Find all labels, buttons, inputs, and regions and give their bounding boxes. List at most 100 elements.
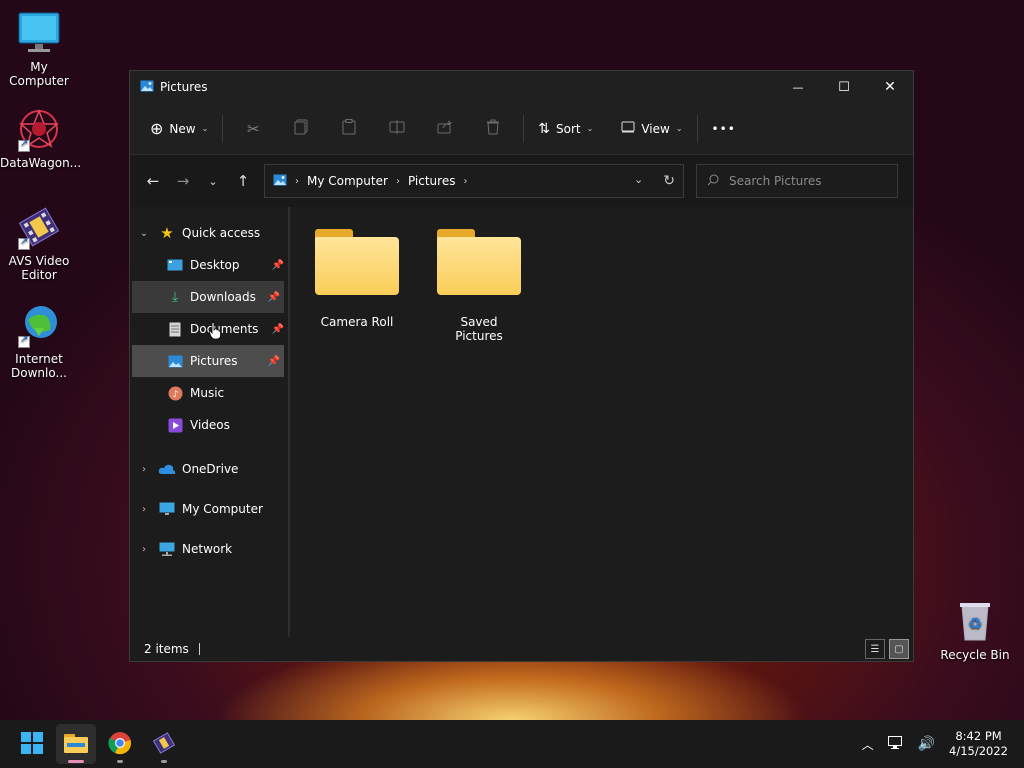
folder-item-camera-roll[interactable]: Camera Roll	[314, 229, 400, 637]
arrow-up-icon: ↑	[236, 172, 250, 190]
up-button[interactable]: ↑	[228, 166, 258, 196]
desktop-icon-label: My Computer	[9, 60, 69, 88]
close-button[interactable]: ✕	[867, 71, 913, 103]
sidebar-item-network[interactable]: › Network	[130, 529, 288, 569]
breadcrumb-my-computer[interactable]: My Computer	[307, 174, 388, 188]
address-bar[interactable]: › My Computer › Pictures › ⌄ ↻	[264, 164, 684, 198]
title-bar[interactable]: Pictures — ☐ ✕	[130, 71, 913, 103]
folder-name: Camera Roll	[320, 315, 394, 329]
divider	[222, 114, 224, 143]
share-button[interactable]	[421, 113, 469, 145]
delete-button[interactable]	[469, 113, 517, 145]
pictures-folder-icon	[166, 353, 184, 369]
show-hidden-icons-icon[interactable]: ︿	[862, 736, 874, 753]
breadcrumb-separator-icon: ›	[295, 175, 299, 187]
desktop-icon-my-computer[interactable]: My Computer	[0, 10, 78, 88]
sidebar-item-music[interactable]: ♪ Music	[130, 377, 288, 409]
chevron-down-icon: ⌄	[675, 124, 683, 133]
document-icon	[166, 321, 184, 337]
paste-button[interactable]	[325, 113, 373, 145]
pin-icon[interactable]: 📌	[272, 260, 284, 271]
sidebar-item-quick-access[interactable]: ⌄ ★ Quick access	[130, 217, 288, 249]
back-button[interactable]: ←	[138, 166, 168, 196]
folder-item-saved-pictures[interactable]: Saved Pictures	[436, 229, 522, 637]
divider	[523, 114, 525, 143]
breadcrumb-pictures[interactable]: Pictures	[408, 174, 456, 188]
sort-button[interactable]: ⇅ Sort ⌄	[530, 113, 601, 145]
details-view-icon: ☰	[870, 643, 880, 655]
forward-button[interactable]: →	[168, 166, 198, 196]
more-options-button[interactable]: •••	[704, 113, 744, 145]
desktop-icon-recycle-bin[interactable]: ♻ Recycle Bin	[936, 598, 1014, 662]
pin-icon[interactable]: 📌	[272, 324, 284, 335]
sidebar-item-label: OneDrive	[182, 462, 239, 476]
desktop-icon-datawagon[interactable]: DataWagon...	[0, 106, 82, 170]
desktop-icon-label: DataWagon...	[0, 156, 82, 170]
shortcut-arrow-icon	[18, 236, 30, 250]
chevron-down-icon[interactable]: ⌄	[130, 228, 158, 239]
minimize-button[interactable]: —	[775, 71, 821, 103]
star-icon: ★	[160, 224, 174, 242]
rename-button[interactable]	[373, 113, 421, 145]
video-icon	[166, 417, 184, 433]
desktop-icon-avs-video-editor[interactable]: AVS Video Editor	[0, 204, 78, 282]
search-icon	[707, 174, 719, 189]
sidebar-item-my-computer[interactable]: › My Computer	[130, 489, 288, 529]
running-indicator	[161, 760, 167, 763]
sidebar-item-onedrive[interactable]: › OneDrive	[130, 449, 288, 489]
taskbar-file-explorer[interactable]	[56, 724, 96, 764]
navigation-pane: ⌄ ★ Quick access Desktop 📌 ⤓ Downloads 📌…	[130, 207, 290, 637]
details-view-button[interactable]: ☰	[865, 639, 885, 659]
start-button[interactable]	[12, 724, 52, 764]
chevron-right-icon[interactable]: ›	[130, 504, 158, 515]
scissors-icon: ✂	[247, 119, 260, 138]
sidebar-item-label: Network	[182, 542, 233, 556]
sort-arrows-icon: ⇅	[538, 120, 551, 137]
maximize-button[interactable]: ☐	[821, 71, 867, 103]
new-button[interactable]: ⊕ New ⌄	[142, 113, 216, 145]
file-explorer-window: Pictures — ☐ ✕ ⊕ New ⌄ ✂ ⇅ Sort ⌄ View ⌄…	[129, 70, 914, 662]
chevron-right-icon[interactable]: ›	[130, 544, 158, 555]
search-placeholder: Search Pictures	[729, 174, 822, 188]
copy-button[interactable]	[277, 113, 325, 145]
sidebar-item-downloads[interactable]: ⤓ Downloads 📌	[132, 281, 284, 313]
rename-icon	[389, 120, 405, 137]
desktop-icon-internet-download-manager[interactable]: Internet Downlo...	[0, 302, 78, 380]
pictures-folder-icon	[273, 173, 287, 190]
running-indicator	[68, 760, 84, 763]
shortcut-arrow-icon	[18, 138, 30, 152]
sidebar-item-desktop[interactable]: Desktop 📌	[130, 249, 288, 281]
navigation-bar: ← → ⌄ ↑ › My Computer › Pictures › ⌄ ↻ S…	[130, 155, 913, 207]
chevron-right-icon[interactable]: ›	[130, 464, 158, 475]
sidebar-item-videos[interactable]: Videos	[130, 409, 288, 441]
large-icons-view-button[interactable]: ▢	[889, 639, 909, 659]
search-box[interactable]: Search Pictures	[696, 164, 898, 198]
taskbar-chrome[interactable]	[100, 724, 140, 764]
refresh-icon[interactable]: ↻	[663, 173, 675, 189]
folder-name: Saved Pictures	[455, 315, 503, 343]
cut-button[interactable]: ✂	[229, 113, 277, 145]
command-bar: ⊕ New ⌄ ✂ ⇅ Sort ⌄ View ⌄ •••	[130, 103, 913, 155]
folder-icon	[437, 229, 521, 297]
monitor-icon	[16, 10, 62, 56]
desktop-icon-label: Internet Downlo...	[11, 352, 67, 380]
sidebar-item-label: Pictures	[190, 354, 238, 368]
sidebar-item-pictures[interactable]: Pictures 📌	[132, 345, 284, 377]
more-dots-icon: •••	[711, 121, 736, 136]
window-title: Pictures	[160, 80, 208, 94]
network-status-icon[interactable]	[887, 735, 904, 753]
system-tray: ︿ 🔊 8:42 PM 4/15/2022	[862, 729, 1024, 759]
taskbar-avs-video-editor[interactable]	[144, 724, 184, 764]
arrow-right-icon: →	[176, 172, 190, 190]
pin-icon[interactable]: 📌	[268, 356, 280, 367]
recent-locations-button[interactable]: ⌄	[198, 166, 228, 196]
monitor-icon	[158, 501, 176, 517]
breadcrumb-separator-icon: ›	[395, 175, 400, 187]
address-dropdown-icon[interactable]: ⌄	[634, 173, 643, 189]
pin-icon[interactable]: 📌	[268, 292, 280, 303]
volume-icon[interactable]: 🔊	[918, 736, 935, 752]
view-button[interactable]: View ⌄	[613, 113, 690, 145]
shortcut-arrow-icon	[18, 334, 30, 348]
taskbar-clock[interactable]: 8:42 PM 4/15/2022	[949, 729, 1008, 759]
content-area: ⌄ ★ Quick access Desktop 📌 ⤓ Downloads 📌…	[130, 207, 913, 637]
